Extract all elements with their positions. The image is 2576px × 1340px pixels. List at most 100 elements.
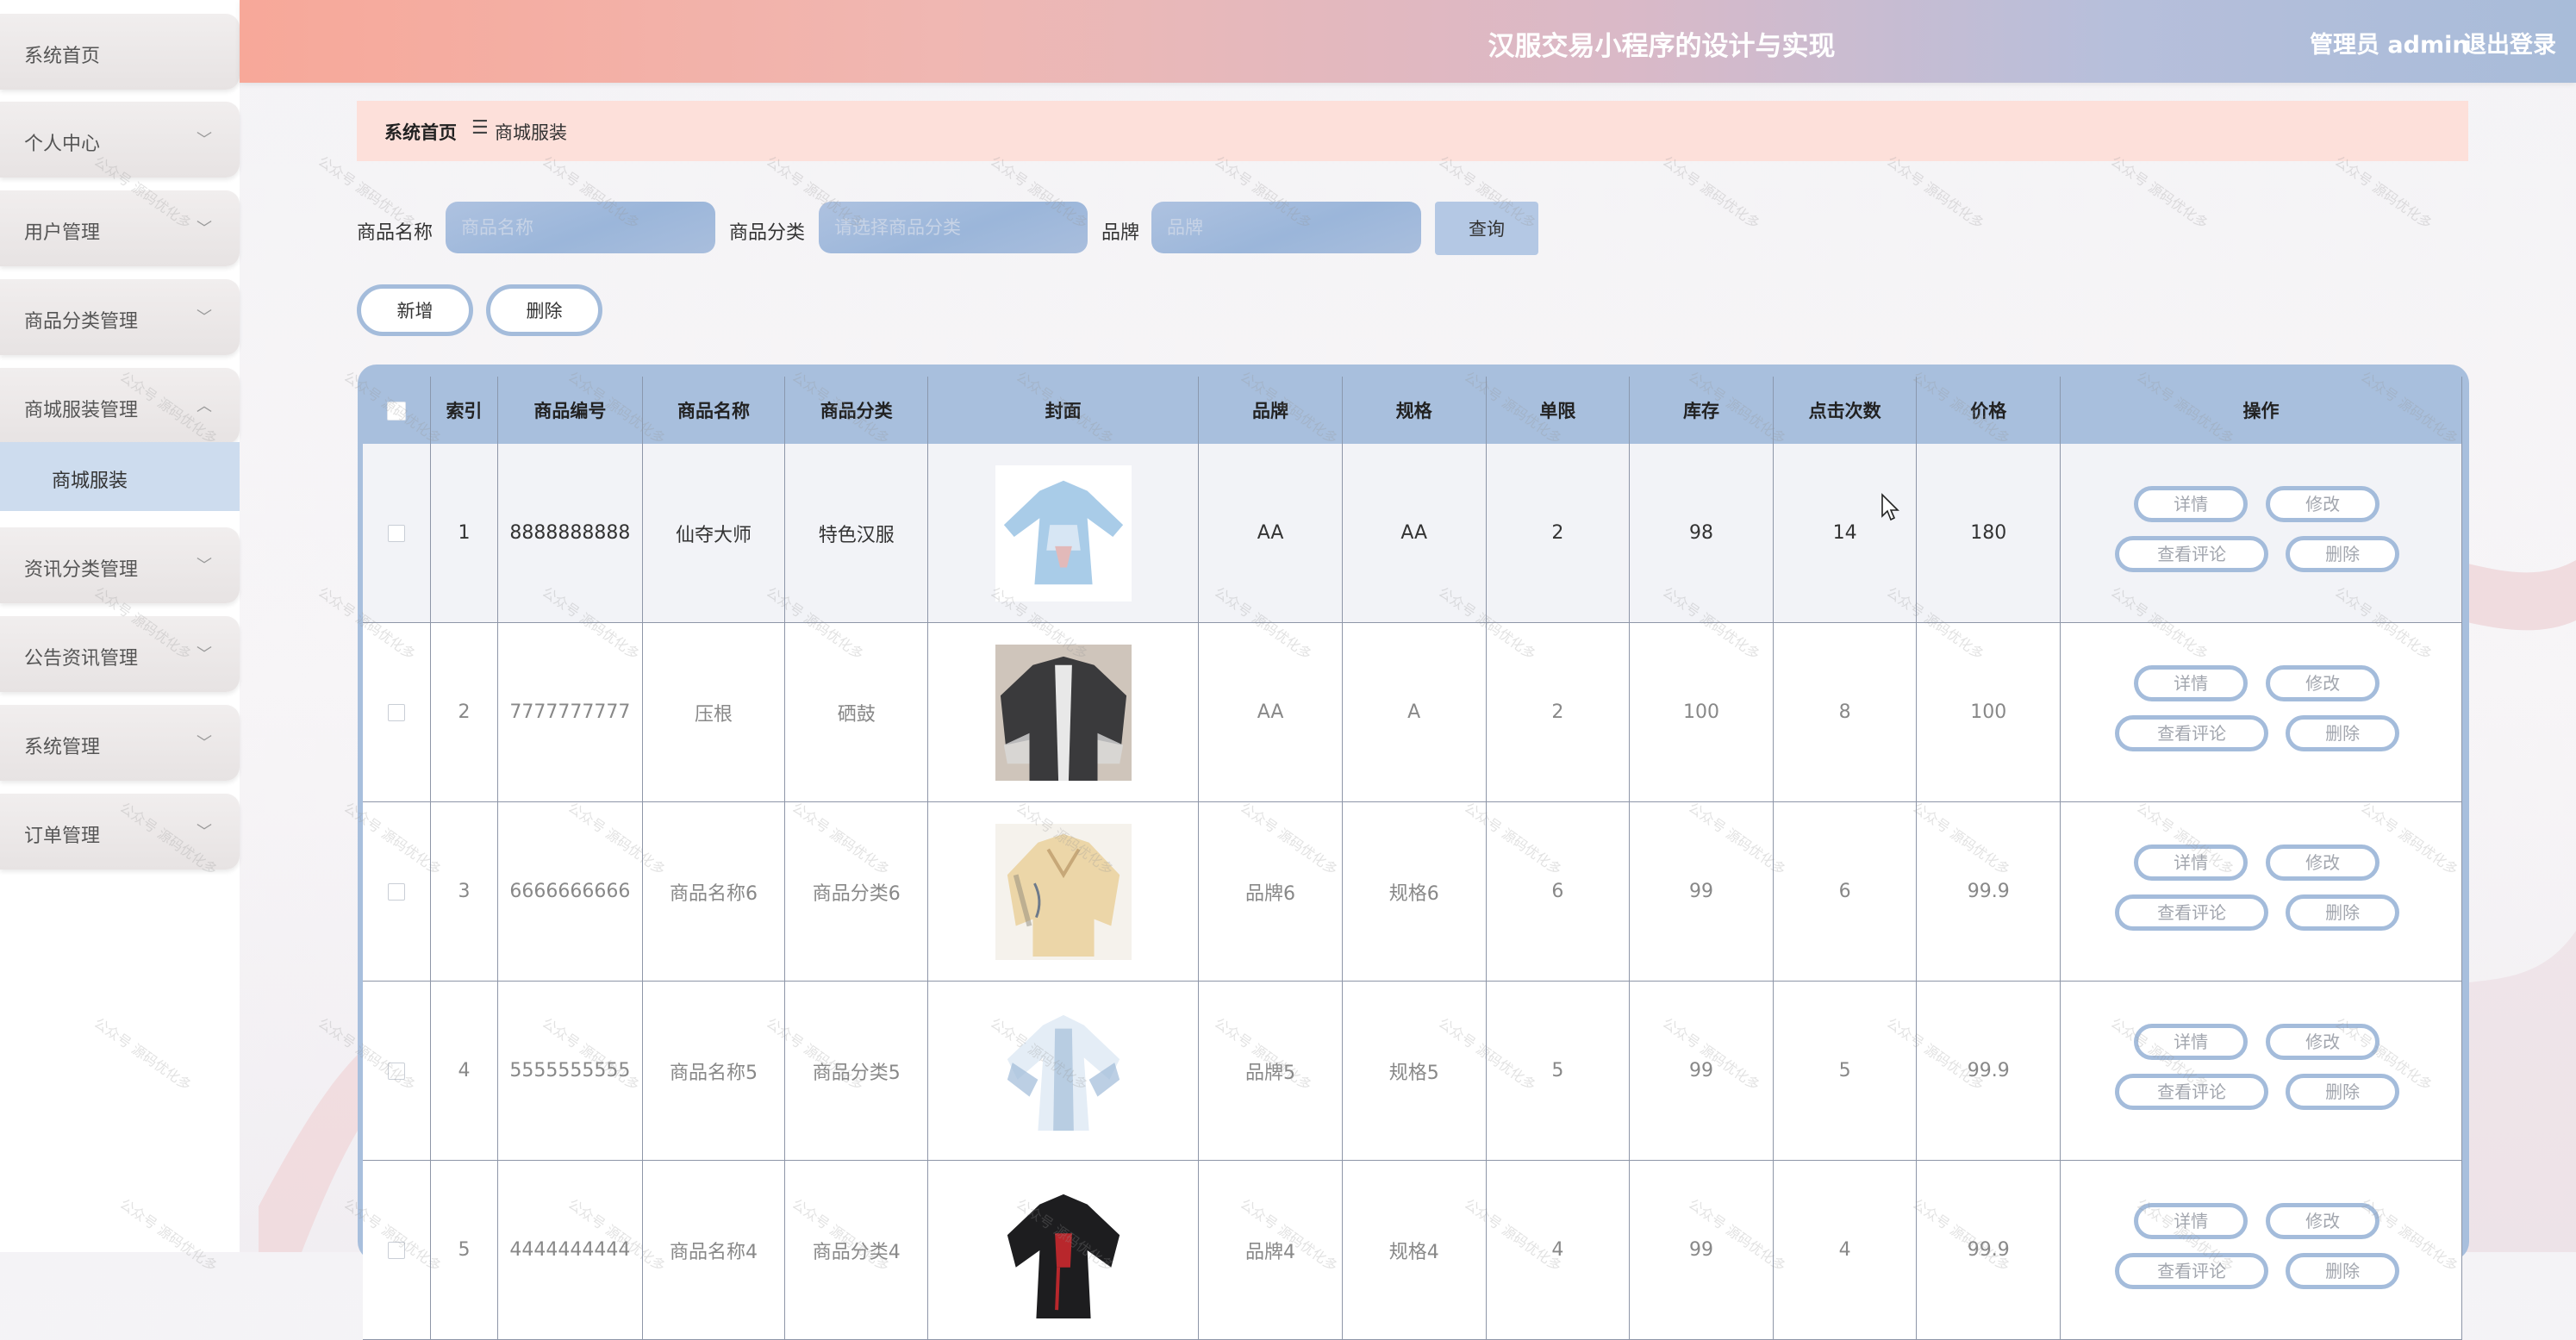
cell-spec: A [1342,622,1487,802]
detail-button[interactable]: 详情 [2134,665,2249,701]
row-delete-button[interactable]: 删除 [2286,894,2400,931]
cell-category: 特色汉服 [784,444,929,623]
cell-category: 商品分类4 [784,1160,929,1340]
row-checkbox[interactable] [387,883,405,901]
sidebar-item-order-management[interactable]: 订单管理 ﹀ [0,794,240,869]
sidebar-item-label: 资讯分类管理 [24,559,139,581]
row-delete-button[interactable]: 删除 [2286,1074,2400,1110]
top-header: 汉服交易小程序的设计与实现 [240,0,2576,83]
cover-cell [927,1160,1200,1340]
cell-index: 2 [430,622,499,802]
row-delete-button[interactable]: 删除 [2286,715,2400,751]
row-checkbox-cell[interactable] [363,622,431,802]
operations-cell: 详情 修改查看评论 删除 [2060,981,2462,1161]
sidebar-item-label: 系统管理 [24,737,101,758]
sidebar-item-personal-center[interactable]: 个人中心 ﹀ [0,102,240,178]
watermark-text: 公众号 源码优化多 [1883,153,1987,233]
cell-category: 硒鼓 [784,622,929,802]
edit-button[interactable]: 修改 [2266,665,2380,701]
product-table-container: 索引 商品编号 商品名称 商品分类 封面 品牌 规格 单限 库存 点击次数 价格… [358,365,2469,1340]
view-comments-button[interactable]: 查看评论 [2115,1253,2269,1289]
product-cover-image [995,464,1132,601]
cell-limit: 5 [1486,981,1631,1161]
cell-stock: 99 [1629,801,1774,982]
cell-category: 商品分类5 [784,981,929,1161]
column-header: 价格 [1916,377,2061,444]
row-checkbox[interactable] [387,525,405,542]
product-category-label: 商品分类 [729,222,806,244]
row-delete-button[interactable]: 删除 [2286,1253,2400,1289]
app-title: 汉服交易小程序的设计与实现 [1488,31,1836,62]
cell-code: 5555555555 [497,981,643,1161]
cell-code: 6666666666 [497,801,643,982]
sidebar-item-mall-clothing-management[interactable]: 商城服装管理 ︿ [0,368,240,444]
view-comments-button[interactable]: 查看评论 [2115,715,2269,751]
sidebar-item-announcement-management[interactable]: 公告资讯管理 ﹀ [0,616,240,692]
cell-index: 4 [430,981,499,1161]
row-checkbox-cell[interactable] [363,801,431,982]
detail-button[interactable]: 详情 [2134,486,2249,522]
row-checkbox[interactable] [387,1063,405,1080]
edit-button[interactable]: 修改 [2266,486,2380,522]
cell-clicks: 6 [1773,801,1918,982]
edit-button[interactable]: 修改 [2266,845,2380,881]
cell-price: 99.9 [1916,981,2061,1161]
cell-name: 商品名称4 [642,1160,786,1340]
row-checkbox[interactable] [387,1242,405,1259]
table-header-row: 索引 商品编号 商品名称 商品分类 封面 品牌 规格 单限 库存 点击次数 价格… [363,377,2462,444]
cell-limit: 2 [1486,444,1631,623]
view-comments-button[interactable]: 查看评论 [2115,536,2269,572]
sidebar-item-label: 公告资讯管理 [24,648,139,670]
detail-button[interactable]: 详情 [2134,1203,2249,1239]
sidebar: 系统首页 个人中心 ﹀ 用户管理 ﹀ 商品分类管理 ﹀ 商城服装管理 ︿ 商城服… [0,0,240,1252]
breadcrumb-home[interactable]: 系统首页 [384,119,457,145]
cell-name: 压根 [642,622,786,802]
detail-button[interactable]: 详情 [2134,845,2249,881]
cell-brand: AA [1198,444,1343,623]
cell-clicks: 8 [1773,622,1918,802]
product-cover-image [995,823,1132,960]
watermark-text: 公众号 源码优化多 [2331,153,2436,233]
select-all-checkbox[interactable] [386,402,406,421]
table-row: 3 6666666666 商品名称6 商品分类6 品牌6 规格6 6 99 6 99.9 详情 修改查… [363,801,2462,982]
product-name-label: 商品名称 [357,222,433,244]
brand-input[interactable] [1151,202,1421,253]
sidebar-item-news-category-management[interactable]: 资讯分类管理 ﹀ [0,527,240,603]
view-comments-button[interactable]: 查看评论 [2115,1074,2269,1110]
product-category-select[interactable] [819,202,1088,253]
cell-limit: 4 [1486,1160,1631,1340]
detail-button[interactable]: 详情 [2134,1024,2249,1060]
select-all-checkbox-cell[interactable] [363,377,431,444]
product-cover-image [995,1002,1132,1139]
breadcrumb-separator-icon: ☰ [471,117,489,139]
row-delete-button[interactable]: 删除 [2286,536,2400,572]
sidebar-item-category-management[interactable]: 商品分类管理 ﹀ [0,279,240,355]
watermark-text: 公众号 源码优化多 [2107,153,2211,233]
chevron-down-icon: ﹀ [196,734,212,752]
row-checkbox-cell[interactable] [363,981,431,1161]
logout-link[interactable]: 退出登录 [2463,26,2556,59]
cell-index: 5 [430,1160,499,1340]
sidebar-item-label: 系统首页 [24,46,101,67]
sidebar-subitem-mall-clothing[interactable]: 商城服装 [0,442,240,511]
add-button[interactable]: 新增 [357,284,473,336]
sidebar-item-user-management[interactable]: 用户管理 ﹀ [0,190,240,266]
cell-price: 180 [1916,444,2061,623]
admin-user-label: 管理员 admin [2310,32,2469,59]
edit-button[interactable]: 修改 [2266,1024,2380,1060]
query-button[interactable]: 查询 [1435,202,1538,255]
sidebar-subitem-label: 商城服装 [52,471,128,492]
sidebar-item-home[interactable]: 系统首页 [0,14,240,90]
sidebar-item-system-management[interactable]: 系统管理 ﹀ [0,705,240,781]
product-name-input[interactable] [446,202,715,253]
cell-name: 仙夺大师 [642,444,786,623]
chevron-down-icon: ﹀ [196,220,212,238]
edit-button[interactable]: 修改 [2266,1203,2380,1239]
row-checkbox-cell[interactable] [363,1160,431,1340]
cell-stock: 98 [1629,444,1774,623]
view-comments-button[interactable]: 查看评论 [2115,894,2269,931]
row-checkbox-cell[interactable] [363,444,431,623]
batch-delete-button[interactable]: 删除 [486,284,602,336]
row-checkbox[interactable] [387,704,405,721]
column-header: 商品名称 [642,377,786,444]
